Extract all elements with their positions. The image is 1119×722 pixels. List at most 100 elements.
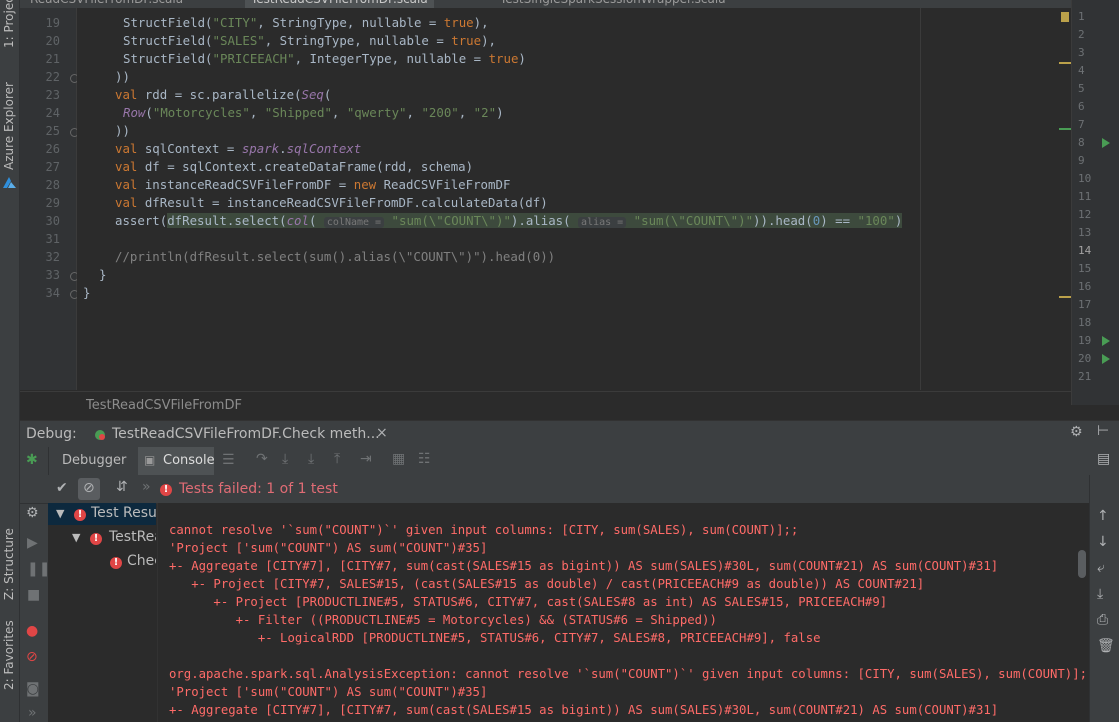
bug-icon[interactable]: ✱ bbox=[26, 452, 38, 468]
down-icon[interactable]: ↓ bbox=[1097, 534, 1109, 550]
code-line[interactable]: val rdd = sc.parallelize(Seq( bbox=[115, 86, 331, 104]
resume-icon[interactable]: ▶ bbox=[27, 535, 38, 551]
code-line[interactable]: Row("Motorcycles", "Shipped", "qwerty", … bbox=[123, 104, 504, 122]
run-gutter-icon[interactable] bbox=[1102, 336, 1110, 346]
expand-more-icon[interactable]: » bbox=[142, 479, 151, 495]
console-line: +- Filter ((PRODUCTLINE#5 = Motorcycles)… bbox=[169, 613, 717, 627]
line-number: 31 bbox=[45, 232, 60, 246]
tree-row-results[interactable]: ▼ ! Test Results bbox=[48, 503, 156, 525]
code-line[interactable]: val sqlContext = spark.sqlContext bbox=[115, 140, 361, 158]
console-side-toolbar: ↑ ↓ ⤶ ⤓ ⎙ 🗑 bbox=[1089, 475, 1119, 722]
line-number: 28 bbox=[45, 178, 60, 192]
line-number: 25 bbox=[45, 124, 60, 138]
up-icon[interactable]: ↑ bbox=[1097, 508, 1109, 524]
editor-gutter: 19 20 21 22 23 24 25 26 27 28 29 30 31 32 33 34 bbox=[20, 8, 79, 390]
scroll-to-end-icon[interactable]: ⤓ bbox=[1097, 586, 1103, 602]
print-icon[interactable]: ⎙ bbox=[1097, 612, 1108, 628]
test-results-toolbar: ✔ ⊘ ⇵ » ! Tests failed: 1 of 1 test bbox=[20, 475, 1089, 504]
debug-settings-icon[interactable]: ⚙ bbox=[26, 505, 39, 521]
tab-debugger[interactable]: Debugger bbox=[62, 453, 126, 468]
stop-icon[interactable]: ■ bbox=[27, 587, 40, 603]
breadcrumb-class[interactable]: TestReadCSVFileFromDF bbox=[86, 398, 242, 413]
test-results-tree[interactable]: ▼ ! Test Results ▼ ! TestReadCSVFileFrom… bbox=[48, 503, 156, 722]
menu-icon[interactable]: ☰ bbox=[222, 452, 235, 468]
tool-window-project[interactable]: 1: Project bbox=[2, 0, 16, 48]
mute-breakpoints-icon[interactable]: ⊘ bbox=[26, 649, 38, 665]
trash-icon[interactable]: 🗑 bbox=[1097, 638, 1115, 654]
code-line[interactable]: )) bbox=[115, 122, 130, 140]
code-line[interactable]: assert(dfResult.select(col( colName = "s… bbox=[115, 212, 903, 230]
line-number: 22 bbox=[45, 70, 60, 84]
tab-console[interactable]: Console bbox=[163, 453, 215, 468]
diff-gutter-right: 1 2 3 4 5 6 7 8 9 10 11 12 13 14 15 16 17 18 19 20 21 bbox=[1071, 0, 1119, 405]
console-line: +- Aggregate [CITY#7], [CITY#7, sum(cast… bbox=[169, 559, 999, 573]
code-line[interactable]: //println(dfResult.select(sum().alias(\"… bbox=[115, 248, 555, 266]
code-line[interactable]: val df = sqlContext.createDataFrame(rdd,… bbox=[115, 158, 473, 176]
line-number: 33 bbox=[45, 268, 60, 282]
run-gutter-icon[interactable] bbox=[1102, 138, 1110, 148]
console-scrollbar[interactable] bbox=[1078, 550, 1086, 578]
run-to-cursor-icon[interactable]: ⇥ bbox=[360, 451, 372, 467]
debug-label: Debug: bbox=[26, 426, 77, 442]
tree-expand-icon[interactable]: ▼ bbox=[56, 507, 64, 520]
error-icon: ! bbox=[110, 557, 122, 569]
tab-testsparksession[interactable]: TestSingleSparkSessionWrapper.scala bbox=[500, 0, 726, 8]
camera-icon[interactable]: ◙ bbox=[26, 681, 40, 697]
pause-icon[interactable]: ❚❚ bbox=[27, 561, 50, 577]
tab-readcsv[interactable]: ReadCSVFileFromDF.scala bbox=[30, 0, 183, 8]
tree-expand-icon[interactable]: ▼ bbox=[72, 531, 80, 544]
tree-row-suite[interactable]: ▼ ! TestReadCSVFileFromDF bbox=[48, 527, 156, 549]
line-number: 20 bbox=[45, 34, 60, 48]
console-line: 'Project ['sum("COUNT") AS sum("COUNT")#… bbox=[169, 685, 488, 699]
diff-line-number: 13 bbox=[1078, 226, 1092, 239]
diff-line-number: 1 bbox=[1078, 10, 1085, 23]
close-icon[interactable]: × bbox=[376, 425, 388, 441]
console-line: cannot resolve '`sum("COUNT")`' given in… bbox=[169, 523, 799, 537]
hide-icon[interactable]: ⊢ bbox=[1097, 423, 1109, 439]
step-over-icon[interactable]: ↷ bbox=[256, 451, 268, 467]
tool-window-structure[interactable]: Z: Structure bbox=[2, 528, 16, 600]
code-line[interactable]: )) bbox=[115, 68, 130, 86]
diff-line-number: 18 bbox=[1078, 316, 1092, 329]
code-editor[interactable]: StructField("CITY", StringType, nullable… bbox=[77, 8, 920, 390]
debug-config-tab[interactable]: TestReadCSVFileFromDF.Check meth... bbox=[112, 426, 380, 442]
tests-status: Tests failed: 1 of 1 test bbox=[179, 481, 338, 497]
code-line[interactable]: StructField("SALES", StringType, nullabl… bbox=[123, 32, 496, 50]
left-tool-stripe: 1: Project Azure Explorer Z: Structure 2… bbox=[0, 0, 20, 722]
tool-window-favorites[interactable]: 2: Favorites bbox=[2, 620, 16, 690]
gear-icon[interactable]: ⚙ bbox=[1070, 424, 1083, 440]
force-step-into-icon[interactable]: ⤓ bbox=[308, 451, 314, 467]
tree-row-method[interactable]: ! Check method bbox=[48, 551, 156, 573]
trace-icon[interactable]: ☷ bbox=[418, 451, 431, 467]
diff-line-number: 14 bbox=[1078, 244, 1092, 257]
run-gutter-icon[interactable] bbox=[1102, 354, 1110, 364]
diff-line-number: 6 bbox=[1078, 100, 1085, 113]
line-number: 24 bbox=[45, 106, 60, 120]
code-line[interactable]: val instanceReadCSVFileFromDF = new Read… bbox=[115, 176, 510, 194]
console-line: +- Project [CITY#7, SALES#15, (cast(SALE… bbox=[169, 577, 925, 591]
code-line[interactable]: val dfResult = instanceReadCSVFileFromDF… bbox=[115, 194, 548, 212]
code-line[interactable]: StructField("PRICEEACH", IntegerType, nu… bbox=[123, 50, 526, 68]
editor-scroll-markers[interactable] bbox=[1057, 8, 1071, 390]
debug-header: Debug: TestReadCSVFileFromDF.Check meth.… bbox=[20, 420, 1119, 448]
sort-icon[interactable]: ⇵ bbox=[116, 479, 128, 495]
more-icon[interactable]: » bbox=[28, 705, 37, 721]
code-line[interactable]: } bbox=[83, 284, 90, 302]
diff-line-number: 12 bbox=[1078, 208, 1092, 221]
step-out-icon[interactable]: ⤒ bbox=[334, 451, 340, 467]
line-number: 32 bbox=[45, 250, 60, 264]
evaluate-icon[interactable]: ▦ bbox=[392, 451, 405, 467]
layout-icon[interactable]: ▤ bbox=[1097, 451, 1110, 467]
view-breakpoints-icon[interactable]: ● bbox=[26, 623, 38, 639]
soft-wrap-icon[interactable]: ⤶ bbox=[1097, 560, 1105, 576]
console-line: +- Aggregate [CITY#7], [CITY#7, sum(cast… bbox=[169, 703, 999, 717]
diff-line-number: 4 bbox=[1078, 64, 1085, 77]
console-output[interactable]: cannot resolve '`sum("COUNT")`' given in… bbox=[157, 503, 1089, 722]
line-number: 21 bbox=[45, 52, 60, 66]
show-passed-icon[interactable]: ✔ bbox=[56, 480, 68, 496]
tool-window-azure-explorer[interactable]: Azure Explorer bbox=[2, 82, 16, 170]
step-into-icon[interactable]: ⤓ bbox=[282, 451, 288, 467]
code-line[interactable]: } bbox=[99, 266, 106, 284]
code-line[interactable]: StructField("CITY", StringType, nullable… bbox=[123, 14, 489, 32]
console-line: 'Project ['sum("COUNT") AS sum("COUNT")#… bbox=[169, 541, 488, 555]
